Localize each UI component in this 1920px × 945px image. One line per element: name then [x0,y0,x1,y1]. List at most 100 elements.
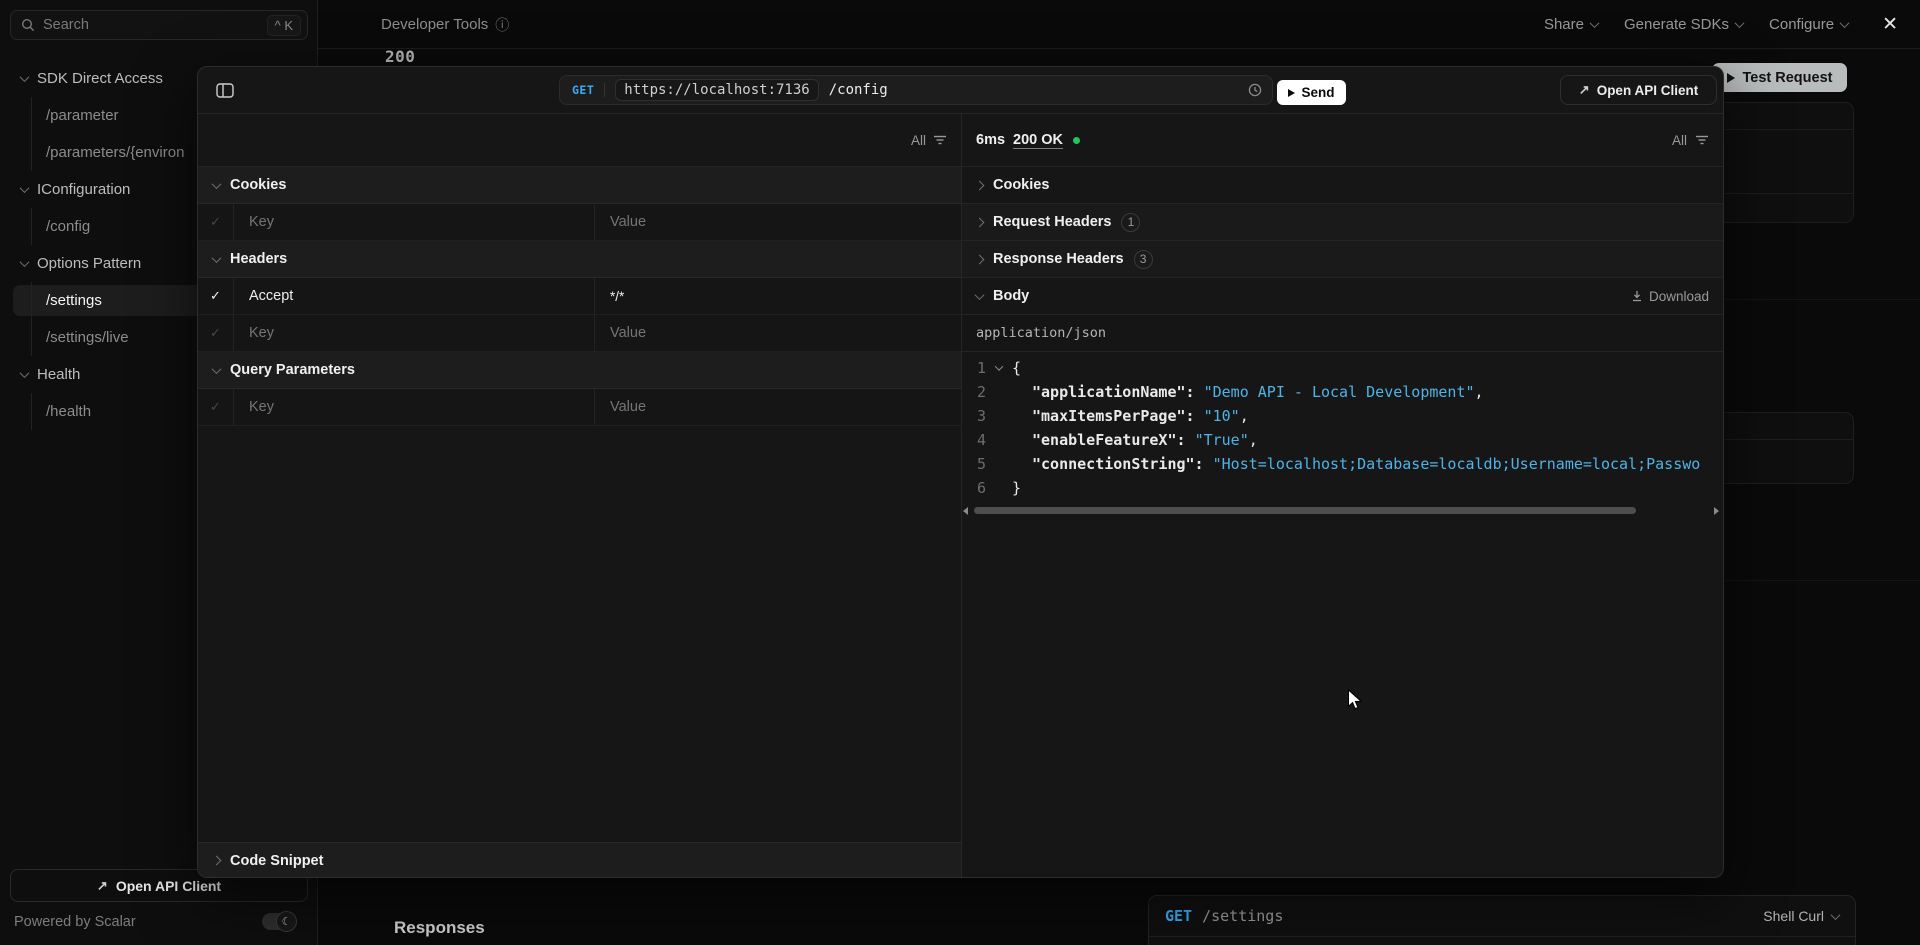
header-value-input[interactable] [610,289,961,304]
code-line: 3 "maxItemsPerPage": "10", [962,404,1723,428]
query-kv-row: ✓ [198,389,961,426]
request-panel-header: All [198,114,961,167]
example-language-select[interactable]: Shell Curl [1763,908,1839,924]
count-badge: 3 [1134,250,1153,269]
status-green-dot [1073,137,1080,144]
menu-generate-sdks[interactable]: Generate SDKs [1624,16,1743,33]
code-line: 6 } [962,476,1723,500]
code-line: 2 "applicationName": "Demo API - Local D… [962,380,1723,404]
filter-icon[interactable] [933,134,947,146]
response-status[interactable]: 200 OK [1013,132,1063,148]
download-button[interactable]: Download [1631,289,1709,304]
arrow-up-right-icon: ↗ [97,878,108,894]
code-line: 1 { [962,356,1723,380]
http-method-badge[interactable]: GET [572,83,594,97]
row-checkbox[interactable]: ✓ [198,389,234,425]
row-checkbox-checked[interactable]: ✓ [198,278,234,314]
menu-configure[interactable]: Configure [1769,16,1848,33]
request-filter-all[interactable]: All [911,133,926,148]
section-query-parameters[interactable]: Query Parameters [198,352,961,389]
search-input[interactable] [43,17,259,33]
header-key-input[interactable] [249,288,594,304]
filter-icon[interactable] [1695,134,1709,146]
request-panel: All Cookies ✓ [198,114,962,878]
chevron-down-icon [20,368,30,378]
response-section-cookies[interactable]: Cookies [962,167,1723,204]
test-request-button[interactable]: Test Request [1712,63,1847,92]
request-path-input[interactable]: /config [829,82,888,98]
response-filter-all[interactable]: All [1672,133,1687,148]
chevron-right-icon [975,180,985,190]
chevron-down-icon [1840,18,1850,28]
header-key-input[interactable] [249,325,594,341]
cookies-kv-row: ✓ [198,204,961,241]
fold-chevron-icon[interactable] [986,365,1012,371]
close-icon[interactable]: ✕ [1882,15,1898,34]
example-path: /settings [1202,907,1283,925]
cookie-key-input[interactable] [249,214,594,230]
app-root: Developer Tools ⓘ Share Generate SDKs Co… [0,0,1920,945]
row-checkbox[interactable]: ✓ [198,315,234,351]
response-panel-header: 6ms 200 OK All [962,114,1723,167]
response-section-response-headers[interactable]: Response Headers 3 [962,241,1723,278]
scrollbar-thumb[interactable] [974,507,1636,514]
chevron-down-icon [212,364,222,374]
response-duration: 6ms [976,132,1005,148]
modal-topbar: GET https://localhost:7136 /config Send … [198,67,1723,114]
response-panel: 6ms 200 OK All Cookies [962,114,1723,878]
arrow-up-right-icon: ↗ [1579,82,1590,98]
chevron-down-icon [20,257,30,267]
search-shortcut: ^ K [267,15,301,36]
request-address-bar[interactable]: GET https://localhost:7136 /config [559,75,1273,105]
powered-by-label: Powered by Scalar [14,914,136,930]
chevron-down-icon [1831,910,1841,920]
search-box[interactable]: ^ K [10,10,308,40]
api-client-modal: GET https://localhost:7136 /config Send … [197,66,1724,878]
chevron-down-icon [1590,18,1600,28]
chevron-right-icon [975,254,985,264]
sidebar-toggle-icon[interactable] [216,83,234,103]
cookie-value-input[interactable] [610,214,961,230]
chevron-down-icon [1735,18,1745,28]
chevron-down-icon [20,72,30,82]
info-icon: ⓘ [495,15,509,35]
headers-kv-row: ✓ [198,315,961,352]
section-code-snippet[interactable]: Code Snippet [198,842,961,878]
check-icon: ✓ [210,214,221,230]
example-method: GET [1165,907,1192,925]
row-checkbox[interactable]: ✓ [198,204,234,240]
content-type-bar: application/json [962,315,1723,352]
horizontal-scrollbar[interactable] [966,506,1715,515]
page-topbar: Developer Tools ⓘ Share Generate SDKs Co… [318,0,1920,49]
header-value-input[interactable] [610,325,961,341]
check-icon: ✓ [210,325,221,341]
search-icon [21,18,35,32]
section-cookies[interactable]: Cookies [198,167,961,204]
send-button[interactable]: Send [1277,80,1346,105]
response-section-request-headers[interactable]: Request Headers 1 [962,204,1723,241]
scroll-left-arrow-icon[interactable] [963,507,968,515]
query-value-input[interactable] [610,399,961,415]
response-body-code: 1 { 2 "applicationName": "Demo API - Loc… [962,352,1723,500]
dark-mode-toggle[interactable]: ☾ [262,913,294,930]
chevron-right-icon [212,856,222,866]
open-api-client-button[interactable]: ↗ Open API Client [1560,75,1717,105]
menu-share[interactable]: Share [1544,16,1598,33]
chevron-right-icon [975,217,985,227]
chevron-down-icon [975,290,985,300]
code-line: 4 "enableFeatureX": "True", [962,428,1723,452]
scroll-right-arrow-icon[interactable] [1714,507,1719,515]
play-icon [1727,73,1735,83]
check-icon: ✓ [210,399,221,415]
history-icon[interactable] [1248,83,1262,97]
section-headers[interactable]: Headers [198,241,961,278]
server-url[interactable]: https://localhost:7136 [615,79,818,101]
play-icon [1288,89,1295,97]
moon-icon: ☾ [282,915,292,928]
chevron-down-icon [212,179,222,189]
header-accept-row: ✓ [198,278,961,315]
count-badge: 1 [1121,213,1140,232]
page-title: Developer Tools ⓘ [381,0,509,49]
response-section-body[interactable]: Body Download [962,278,1723,315]
query-key-input[interactable] [249,399,594,415]
